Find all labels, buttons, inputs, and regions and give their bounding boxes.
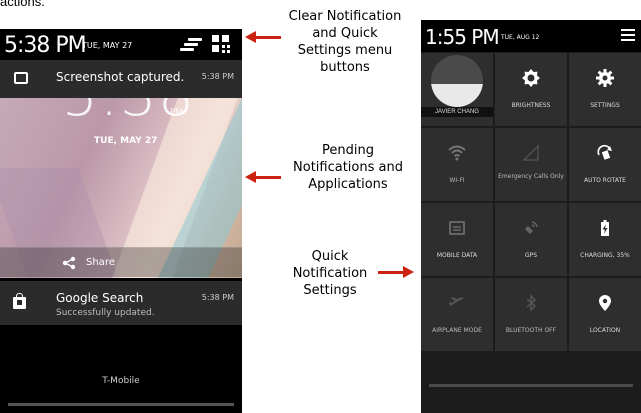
tile-auto-rotate[interactable]: AUTO ROTATE — [569, 128, 641, 201]
annotation-pending: Pending Notifications and Applications — [293, 143, 403, 192]
notification-time: 5:38 PM — [201, 72, 234, 81]
tile-airplane-mode[interactable]: AIRPLANE MODE — [421, 278, 493, 351]
wifi-icon — [448, 145, 466, 161]
quick-settings-icon[interactable] — [212, 35, 230, 53]
notification-title: Google Search — [56, 291, 144, 305]
tile-label: BLUETOOTH OFF — [505, 327, 557, 334]
shopping-bag-icon — [13, 293, 26, 309]
gps-icon — [525, 221, 538, 234]
rotate-icon — [597, 144, 612, 160]
quick-settings-grid: JAVIER CHANG BRIGHTNESS SETTINGS WI-FI E… — [421, 53, 641, 353]
status-time: 5:38 PM — [4, 33, 87, 58]
notifications-list-icon[interactable] — [621, 28, 635, 42]
tile-label: MOBILE DATA — [436, 252, 478, 259]
notification-title: Screenshot captured. — [56, 70, 185, 84]
tile-brightness[interactable]: BRIGHTNESS — [495, 53, 567, 126]
battery-charging-icon — [601, 220, 609, 236]
tile-label: Emergency Calls Only — [498, 173, 564, 180]
tile-battery[interactable]: CHARGING, 35% — [569, 203, 641, 276]
status-bar: 1:55 PM TUE, AUG 12 — [421, 20, 641, 52]
arrow-quick — [378, 266, 414, 278]
tile-user[interactable]: JAVIER CHANG — [421, 53, 493, 126]
annotation-quick: Quick Notification Settings — [292, 249, 368, 298]
avatar — [431, 55, 483, 107]
arrow-clear — [245, 31, 281, 43]
tile-wifi[interactable]: WI-FI — [421, 128, 493, 201]
tile-label: CHARGING, 35% — [580, 252, 630, 259]
clear-notifications-icon[interactable] — [180, 36, 202, 52]
tile-location[interactable]: LOCATION — [569, 278, 641, 351]
location-pin-icon — [599, 295, 611, 311]
tile-gps[interactable]: GPS — [495, 203, 567, 276]
preview-pm: PM — [170, 108, 184, 118]
screenshot-preview[interactable]: 5:38 PM TUE, MAY 27 Share — [0, 98, 242, 278]
carrier-label: T-Mobile — [102, 376, 140, 386]
status-time: 1:55 PM — [425, 25, 500, 49]
drag-handle[interactable] — [429, 384, 633, 387]
tile-signal[interactable]: Emergency Calls Only — [495, 128, 567, 201]
arrow-pending — [245, 171, 281, 183]
notification-shade: 5:38 PM TUE, MAY 27 Screenshot captured.… — [0, 29, 242, 413]
notification-time: 5:38 PM — [201, 293, 234, 302]
share-label: Share — [86, 257, 115, 268]
preview-date: TUE, MAY 27 — [94, 136, 158, 146]
gear-icon — [596, 69, 614, 87]
drag-handle[interactable] — [8, 403, 234, 406]
notification-google-search[interactable]: Google Search Successfully updated. 5:38… — [0, 281, 242, 325]
tile-label: AUTO ROTATE — [584, 177, 626, 184]
airplane-icon — [449, 297, 464, 306]
share-action[interactable]: Share — [0, 247, 242, 277]
tile-label: GPS — [524, 252, 538, 259]
quick-settings-panel: 1:55 PM TUE, AUG 12 JAVIER CHANG BRIGHTN… — [421, 20, 641, 413]
notification-screenshot[interactable]: Screenshot captured. 5:38 PM — [0, 60, 242, 98]
brightness-icon — [522, 69, 540, 87]
tile-mobile-data[interactable]: MOBILE DATA — [421, 203, 493, 276]
notification-subtitle: Successfully updated. — [56, 308, 155, 318]
tile-label: WI-FI — [449, 177, 465, 184]
tile-label: BRIGHTNESS — [511, 102, 551, 109]
status-date: TUE, MAY 27 — [82, 41, 133, 50]
image-icon — [14, 72, 28, 84]
share-icon — [62, 256, 76, 270]
mobile-data-icon — [449, 221, 465, 235]
tile-label: LOCATION — [589, 327, 621, 334]
signal-icon — [522, 144, 539, 161]
tile-label: AIRPLANE MODE — [432, 327, 482, 334]
caption-fragment: actions. — [0, 0, 45, 9]
tile-bluetooth[interactable]: BLUETOOTH OFF — [495, 278, 567, 351]
tile-label: SETTINGS — [590, 102, 620, 109]
bluetooth-icon — [526, 294, 537, 312]
annotation-clear: Clear Notification and Quick Settings me… — [288, 9, 402, 75]
user-name: JAVIER CHANG — [421, 107, 493, 117]
status-date: TUE, AUG 12 — [501, 34, 540, 41]
status-bar: 5:38 PM TUE, MAY 27 — [0, 29, 242, 59]
tile-settings[interactable]: SETTINGS — [569, 53, 641, 126]
